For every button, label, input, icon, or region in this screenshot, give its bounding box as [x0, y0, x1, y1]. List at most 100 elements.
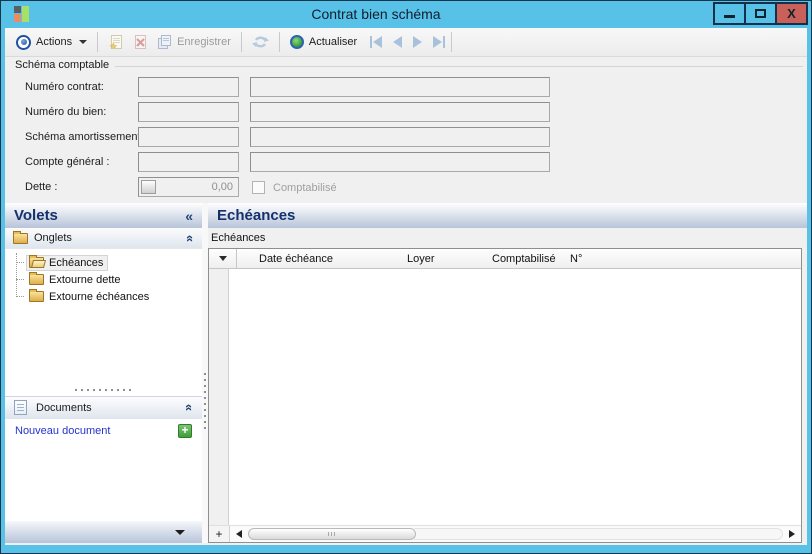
- groupbox-rule: [115, 66, 803, 67]
- main-panel: Echéances Echéances Date échéance Loyer …: [208, 203, 807, 543]
- close-icon: X: [787, 6, 796, 21]
- folder-icon: [29, 272, 44, 285]
- onglets-section-header[interactable]: Onglets «: [5, 228, 202, 249]
- horizontal-scrollbar[interactable]: [230, 526, 801, 542]
- echeances-title: Echéances: [217, 207, 296, 224]
- record-selector-column: [209, 269, 229, 525]
- row-selector-icon: [218, 256, 227, 261]
- comptabilise-checkbox[interactable]: [252, 181, 265, 194]
- toolbar-separator: [97, 32, 99, 52]
- column-header-date-echeance[interactable]: Date échéance: [237, 249, 397, 268]
- document-icon: [14, 400, 27, 415]
- actions-label: Actions: [36, 36, 73, 48]
- save-button[interactable]: Enregistrer: [152, 32, 235, 52]
- schema-amortissement-label: Schéma amortissement: [25, 131, 141, 143]
- new-document-icon: [109, 35, 123, 49]
- chevron-down-icon: [79, 40, 88, 44]
- minimize-button[interactable]: [713, 2, 746, 25]
- scrollbar-thumb[interactable]: [248, 528, 416, 540]
- collapse-up-icon[interactable]: «: [183, 234, 198, 241]
- echeances-section-label: Echéances: [211, 232, 266, 244]
- grid-header-row: Date échéance Loyer Comptabilisé N°: [209, 249, 801, 269]
- collapse-sidebar-icon[interactable]: «: [185, 208, 193, 224]
- refresh-button[interactable]: [248, 32, 273, 52]
- collapse-up-icon[interactable]: «: [182, 404, 197, 411]
- scrollbar-track[interactable]: [414, 528, 783, 540]
- actualiser-label: Actualiser: [308, 36, 358, 48]
- actions-menu-button[interactable]: Actions: [12, 33, 91, 52]
- column-header-numero[interactable]: N°: [560, 249, 582, 268]
- column-header-loyer[interactable]: Loyer: [397, 249, 482, 268]
- close-button[interactable]: X: [775, 2, 808, 25]
- delete-record-button[interactable]: [128, 32, 152, 52]
- next-record-button[interactable]: [413, 36, 423, 48]
- groupbox-title: Schéma comptable: [15, 59, 110, 71]
- scroll-right-button[interactable]: [785, 528, 799, 540]
- column-header-comptabilise[interactable]: Comptabilisé: [482, 249, 560, 268]
- maximize-button[interactable]: [744, 2, 777, 25]
- actualiser-icon: [289, 35, 304, 49]
- schema-amortissement-code-input[interactable]: [138, 127, 239, 147]
- schema-amortissement-name-input[interactable]: [250, 127, 550, 147]
- app-icon: [14, 6, 30, 22]
- save-label: Enregistrer: [177, 36, 231, 48]
- last-record-button[interactable]: [433, 36, 446, 48]
- compte-general-code-input[interactable]: [138, 152, 239, 172]
- last-record-icon: [433, 36, 443, 48]
- tree-item-label: Extourne échéances: [49, 290, 150, 303]
- numero-bien-name-input[interactable]: [250, 102, 550, 122]
- open-folder-icon: [29, 255, 44, 268]
- numero-contrat-label: Numéro contrat:: [25, 81, 104, 93]
- grid-corner-selector[interactable]: [209, 249, 237, 268]
- delete-icon: [135, 35, 147, 49]
- more-panels-icon[interactable]: [175, 529, 185, 535]
- tree-item-extourne-dette[interactable]: Extourne dette: [5, 271, 202, 288]
- onglets-tree: Echéances Extourne dette Extourne échéan…: [5, 249, 202, 384]
- dette-lookup-button[interactable]: [141, 180, 156, 194]
- dette-amount-input[interactable]: 0,00: [138, 177, 239, 197]
- splitter-grip: [204, 373, 206, 431]
- numero-contrat-code-input[interactable]: [138, 77, 239, 97]
- add-document-button[interactable]: +: [178, 423, 192, 438]
- volets-header: Volets «: [5, 203, 202, 228]
- schema-comptable-groupbox: Schéma comptable Numéro contrat: Numéro …: [5, 57, 807, 203]
- window-content: Actions Enregistrer Actualiser Schéma co…: [5, 28, 807, 545]
- sidebar-volets: Volets « Onglets « Echéances Extourne de…: [5, 203, 202, 543]
- documents-section-header[interactable]: Documents «: [5, 395, 202, 419]
- actualiser-button[interactable]: Actualiser: [286, 33, 361, 51]
- sidebar-horizontal-splitter[interactable]: [5, 383, 202, 396]
- grid-bottom-bar: +: [209, 525, 801, 542]
- scroll-right-icon: [789, 530, 795, 538]
- numero-bien-code-input[interactable]: [138, 102, 239, 122]
- folder-icon: [29, 289, 44, 302]
- onglets-label: Onglets: [34, 232, 72, 244]
- toolbar-separator: [451, 32, 453, 52]
- previous-record-button[interactable]: [393, 36, 403, 48]
- numero-contrat-name-input[interactable]: [250, 77, 550, 97]
- first-record-button[interactable]: [370, 36, 383, 48]
- new-record-button[interactable]: [104, 32, 128, 52]
- previous-record-icon: [393, 36, 403, 48]
- dette-amount-value: 0,00: [211, 181, 233, 193]
- toolbar-separator: [240, 32, 242, 52]
- scroll-left-icon: [236, 530, 242, 538]
- minimize-icon: [724, 15, 735, 18]
- echeances-header: Echéances: [208, 203, 807, 228]
- compte-general-label: Compte général :: [25, 156, 110, 168]
- save-icon: [158, 35, 172, 49]
- volets-title: Volets: [14, 207, 58, 224]
- compte-general-name-input[interactable]: [250, 152, 550, 172]
- record-navigator: [370, 36, 446, 48]
- grid-body[interactable]: [209, 269, 801, 525]
- tree-item-echeances[interactable]: Echéances: [5, 254, 202, 271]
- tree-item-extourne-echeances[interactable]: Extourne échéances: [5, 288, 202, 305]
- numero-bien-label: Numéro du bien:: [25, 106, 107, 118]
- sidebar-footer: [5, 521, 202, 543]
- new-document-link[interactable]: Nouveau document: [15, 425, 110, 437]
- add-row-button[interactable]: +: [209, 526, 230, 542]
- toolbar: Actions Enregistrer Actualiser: [5, 28, 807, 57]
- scroll-left-button[interactable]: [232, 528, 246, 540]
- folder-icon: [13, 230, 28, 244]
- tree-item-label: Extourne dette: [49, 273, 121, 286]
- next-record-icon: [413, 36, 423, 48]
